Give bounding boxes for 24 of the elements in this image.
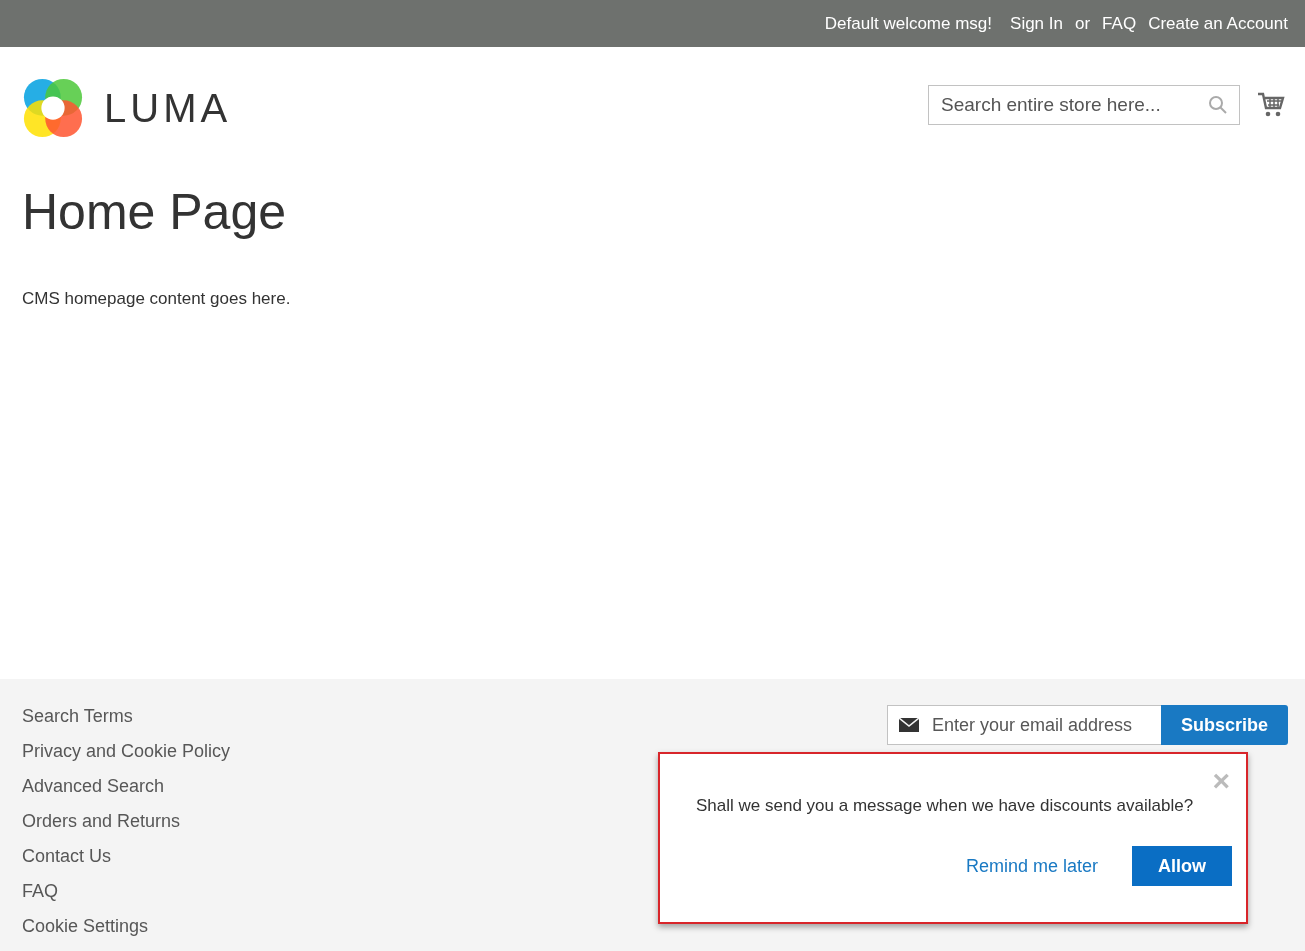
footer-link[interactable]: Advanced Search [22, 775, 231, 797]
logo-wordmark[interactable]: LUMA [104, 85, 232, 131]
footer-link[interactable]: Cookie Settings [22, 915, 231, 937]
email-field[interactable]: Enter your email address [886, 705, 1161, 745]
prompt-message: Shall we send you a message when we have discounts available? [696, 796, 1195, 816]
footer-link[interactable]: Contact Us [22, 845, 231, 867]
page-title: Home Page [22, 183, 288, 241]
remind-later-button[interactable]: Remind me later [965, 855, 1098, 877]
subscribe-button[interactable]: Subscribe [1160, 705, 1288, 745]
footer-link[interactable]: Privacy and Cookie Policy [22, 740, 231, 762]
footer-link[interactable]: Search Terms [22, 705, 231, 727]
logo-icon[interactable] [22, 77, 84, 139]
header-link[interactable]: Create an Account [1148, 13, 1288, 34]
search-field[interactable]: Search entire store here... [928, 85, 1240, 125]
page-content: CMS homepage content goes here. [22, 289, 292, 309]
search-icon[interactable] [1208, 95, 1228, 115]
footer-link[interactable]: Orders and Returns [22, 810, 231, 832]
footer-link[interactable]: FAQ [22, 880, 231, 902]
cart-icon[interactable] [1257, 91, 1285, 119]
welcome-message: Default welcome msg! [824, 13, 993, 34]
sign-in-link[interactable]: Sign In [1010, 13, 1063, 34]
header-link[interactable]: FAQ [1102, 13, 1137, 34]
allow-button[interactable]: Allow [1132, 846, 1232, 886]
separator-text: or [1075, 13, 1091, 34]
